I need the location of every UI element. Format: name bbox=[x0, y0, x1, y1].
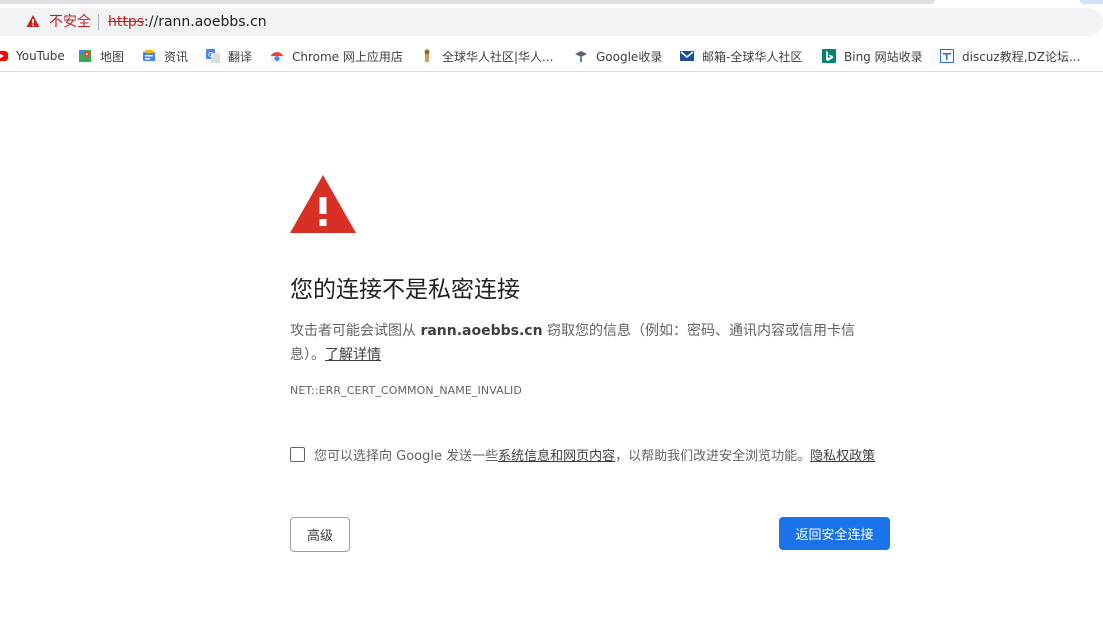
error-code[interactable]: NET::ERR_CERT_COMMON_NAME_INVALID bbox=[290, 384, 522, 398]
system-info-link[interactable]: 系统信息和网页内容 bbox=[498, 445, 615, 464]
tab-strip-bar bbox=[0, 0, 935, 4]
learn-more-link[interactable]: 了解详情 bbox=[325, 347, 381, 363]
not-secure-warning-icon[interactable] bbox=[26, 14, 40, 28]
address-bar-separator bbox=[98, 14, 99, 30]
translate-icon: G bbox=[206, 49, 220, 63]
bookmark-google-console[interactable]: Google收录 bbox=[574, 47, 662, 65]
red-warning-triangle-icon bbox=[290, 175, 356, 233]
url-text[interactable]: https://rann.aoebbs.cn bbox=[108, 13, 267, 31]
bookmark-discuz[interactable]: discuz教程,DZ论坛... bbox=[940, 47, 1080, 65]
bookmark-chrome-webstore[interactable]: Chrome 网上应用店 bbox=[270, 47, 403, 65]
svg-text:G: G bbox=[208, 51, 213, 59]
search-console-icon bbox=[575, 51, 587, 62]
url-host: ://rann.aoebbs.cn bbox=[144, 14, 267, 30]
bookmark-bing[interactable]: Bing 网站收录 bbox=[822, 47, 923, 65]
page-title: 您的连接不是私密连接 bbox=[290, 277, 520, 303]
community-icon bbox=[424, 49, 430, 62]
bookmark-translate[interactable]: G 翻译 bbox=[206, 47, 252, 65]
bookmark-community[interactable]: 全球华人社区|华人... bbox=[420, 47, 554, 65]
warning-host: rann.aoebbs.cn bbox=[420, 323, 543, 339]
webstore-icon bbox=[271, 52, 283, 62]
back-to-safety-button[interactable]: 返回安全连接 bbox=[779, 517, 890, 550]
bookmarks-bar: YouTube 地图 资讯 G 翻译 Chrome 网上应用店 全球华人社区|华… bbox=[0, 40, 1103, 72]
youtube-icon bbox=[0, 51, 8, 61]
tab-strip bbox=[0, 0, 1103, 6]
mail-icon bbox=[680, 51, 694, 61]
optin-checkbox[interactable] bbox=[290, 447, 305, 462]
bookmark-youtube[interactable]: YouTube bbox=[0, 47, 65, 65]
news-icon bbox=[143, 50, 155, 61]
maps-icon bbox=[79, 50, 91, 62]
bookmark-maps[interactable]: 地图 bbox=[78, 47, 124, 65]
url-scheme: https bbox=[108, 14, 145, 30]
not-secure-label[interactable]: 不安全 bbox=[49, 13, 91, 31]
new-tab-pill[interactable] bbox=[1080, 0, 1103, 4]
bing-icon bbox=[822, 49, 836, 63]
advanced-button[interactable]: 高级 bbox=[290, 517, 350, 552]
warning-description: 攻击者可能会试图从 rann.aoebbs.cn 窃取您的信息（例如：密码、通讯… bbox=[290, 323, 856, 363]
address-bar[interactable]: 不安全 https://rann.aoebbs.cn bbox=[0, 8, 1103, 36]
discuz-icon bbox=[940, 49, 954, 63]
safe-browsing-optin: 您可以选择向 Google 发送一些 系统信息和网页内容 ，以帮助我们改进安全浏览功… bbox=[290, 445, 875, 464]
privacy-policy-link[interactable]: 隐私权政策 bbox=[810, 445, 875, 464]
bookmark-mail[interactable]: 邮箱-全球华人社区 bbox=[680, 47, 802, 65]
bookmark-news[interactable]: 资讯 bbox=[142, 47, 188, 65]
